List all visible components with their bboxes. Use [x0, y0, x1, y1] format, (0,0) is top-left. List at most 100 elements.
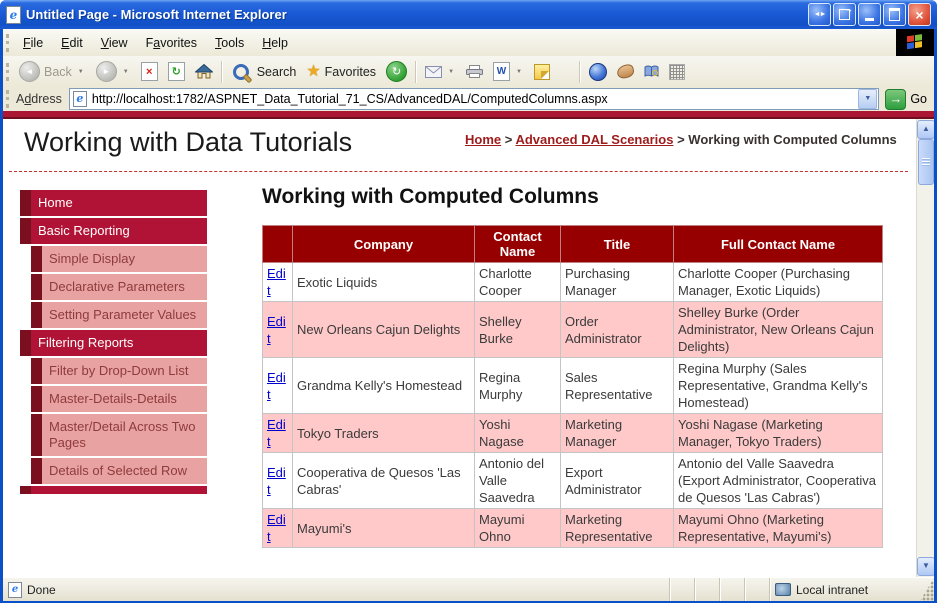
address-input[interactable]: e http://localhost:1782/ASPNET_Data_Tuto… [68, 88, 880, 110]
stop-button[interactable]: × [136, 60, 163, 83]
edit-link[interactable]: Edit [267, 266, 286, 298]
cell-title: Order Administrator [560, 301, 674, 358]
title-bar[interactable]: e Untitled Page - Microsoft Internet Exp… [0, 0, 937, 29]
edit-link[interactable]: Edit [267, 512, 286, 544]
cell-full-contact-name: Shelley Burke (Order Administrator, New … [673, 301, 883, 358]
cell-title: Export Administrator [560, 452, 674, 509]
cell-title: Sales Representative [560, 357, 674, 414]
minimize-button[interactable] [858, 3, 881, 26]
edit-link[interactable]: Edit [267, 314, 286, 346]
print-button[interactable] [461, 63, 488, 80]
maximize-icon [889, 8, 900, 21]
scroll-thumb[interactable] [918, 139, 934, 185]
sidebar-item-filter-by-drop-down-list[interactable]: Filter by Drop-Down List [31, 358, 207, 384]
sidebar-item-master-details-details[interactable]: Master-Details-Details [31, 386, 207, 412]
addon-button[interactable] [612, 63, 639, 80]
back-button[interactable]: ◄ Back ▼ [14, 59, 91, 84]
sidebar-item-setting-parameter-values[interactable]: Setting Parameter Values [31, 302, 207, 328]
cell-company: Exotic Liquids [292, 262, 475, 302]
search-icon [232, 63, 249, 80]
address-dropdown-button[interactable]: ▼ [858, 89, 878, 109]
menu-item-view[interactable]: View [92, 32, 137, 54]
cell-company: New Orleans Cajun Delights [292, 301, 475, 358]
sidebar-item-label: Declarative Parameters [42, 274, 207, 300]
cell-edit: Edit [262, 413, 293, 453]
favorites-star-icon: ★ [306, 62, 321, 80]
maximize-button[interactable] [883, 3, 906, 26]
page-title: Working with Computed Columns [262, 185, 599, 208]
addon-icon [615, 63, 636, 80]
toolbar-grip[interactable] [6, 33, 9, 52]
discuss-note-icon [533, 63, 550, 80]
history-button[interactable]: ↻ [381, 59, 412, 84]
security-zone-icon [775, 583, 791, 596]
cell-company: Mayumi's [292, 508, 475, 548]
cell-contact-name: Shelley Burke [474, 301, 561, 358]
scroll-up-button[interactable]: ▲ [917, 120, 934, 139]
toolbar-grip[interactable] [6, 62, 9, 81]
sidebar-item-basic-reporting[interactable]: Basic Reporting [20, 218, 207, 244]
back-label: Back [44, 64, 72, 79]
breadcrumb-link[interactable]: Home [465, 132, 501, 147]
cell-contact-name: Charlotte Cooper [474, 262, 561, 302]
table-row: Edit Cooperativa de Quesos 'Las Cabras' An… [262, 452, 883, 509]
sidebar-item-details-of-selected-row[interactable]: Details of Selected Row [31, 458, 207, 484]
edit-with-word-button[interactable]: W ▼ [488, 60, 529, 83]
messenger-icon [588, 62, 607, 81]
messenger-button[interactable] [584, 61, 612, 83]
research-button[interactable] [639, 63, 664, 80]
dev-tool-button[interactable] [664, 62, 690, 82]
status-panel [669, 578, 694, 601]
home-button[interactable] [190, 62, 218, 81]
sidebar-item-declarative-parameters[interactable]: Declarative Parameters [31, 274, 207, 300]
column-header-company: Company [292, 225, 475, 263]
edit-link[interactable]: Edit [267, 417, 286, 449]
go-button[interactable]: → Go [879, 88, 934, 110]
sidebar-item-master-detail-across-two-pages[interactable]: Master/Detail Across Two Pages [31, 414, 207, 456]
edit-link[interactable]: Edit [267, 465, 286, 497]
suppliers-gridview: Company Contact Name Title Full Contact Nam… [262, 225, 883, 548]
breadcrumb: Home > Advanced DAL Scenarios > Working … [465, 132, 897, 147]
toolbar-separator [578, 60, 581, 83]
forward-button[interactable]: ► ▼ [91, 59, 136, 84]
resize-grip[interactable] [920, 578, 934, 601]
window-popout-button[interactable] [833, 3, 856, 26]
mail-button[interactable]: ▼ [420, 64, 461, 80]
menu-item-edit[interactable]: Edit [52, 32, 92, 54]
breadcrumb-current: Working with Computed Columns [688, 132, 897, 147]
research-book-icon [644, 65, 659, 77]
toolbar-grip[interactable] [6, 90, 9, 108]
stop-icon: × [145, 65, 153, 78]
breadcrumb-link[interactable]: Advanced DAL Scenarios [515, 132, 673, 147]
vertical-scrollbar[interactable]: ▲ ▼ [916, 119, 934, 577]
table-row: Edit Grandma Kelly's Homestead Regina Murp… [262, 357, 883, 414]
status-panel [694, 578, 719, 601]
favorites-button[interactable]: ★ Favorites [301, 62, 381, 82]
close-button[interactable]: × [908, 3, 931, 26]
scroll-down-button[interactable]: ▼ [917, 557, 934, 576]
cell-contact-name: Mayumi Ohno [474, 508, 561, 548]
menu-item-file[interactable]: File [14, 32, 52, 54]
menu-item-favorites[interactable]: Favorites [137, 32, 206, 54]
standard-buttons-toolbar: ◄ Back ▼ ► ▼ × ↻ Search ★ Favorites ↻ ▼ … [3, 56, 934, 88]
search-button[interactable]: Search [226, 60, 302, 84]
sidebar-item-label: Basic Reporting [31, 218, 207, 244]
sidebar-item-simple-display[interactable]: Simple Display [31, 246, 207, 272]
menu-item-help[interactable]: Help [253, 32, 297, 54]
sidebar-item-home[interactable]: Home [20, 190, 207, 216]
sidebar-item-filtering-reports[interactable]: Filtering Reports [20, 330, 207, 356]
cell-edit: Edit [262, 262, 293, 302]
cell-edit: Edit [262, 357, 293, 414]
discuss-button[interactable] [529, 62, 555, 82]
refresh-button[interactable]: ↻ [163, 60, 190, 83]
windows-flag-icon [906, 34, 924, 51]
column-header-full-contact-name: Full Contact Name [673, 225, 883, 263]
go-label: Go [910, 92, 927, 106]
window-swap-button[interactable]: ◄► [808, 3, 831, 26]
refresh-icon: ↻ [171, 66, 181, 78]
edit-link[interactable]: Edit [267, 370, 286, 402]
site-accent-bar [3, 111, 934, 119]
menu-item-tools[interactable]: Tools [206, 32, 253, 54]
forward-icon: ► [95, 61, 117, 82]
column-header-title: Title [560, 225, 674, 263]
